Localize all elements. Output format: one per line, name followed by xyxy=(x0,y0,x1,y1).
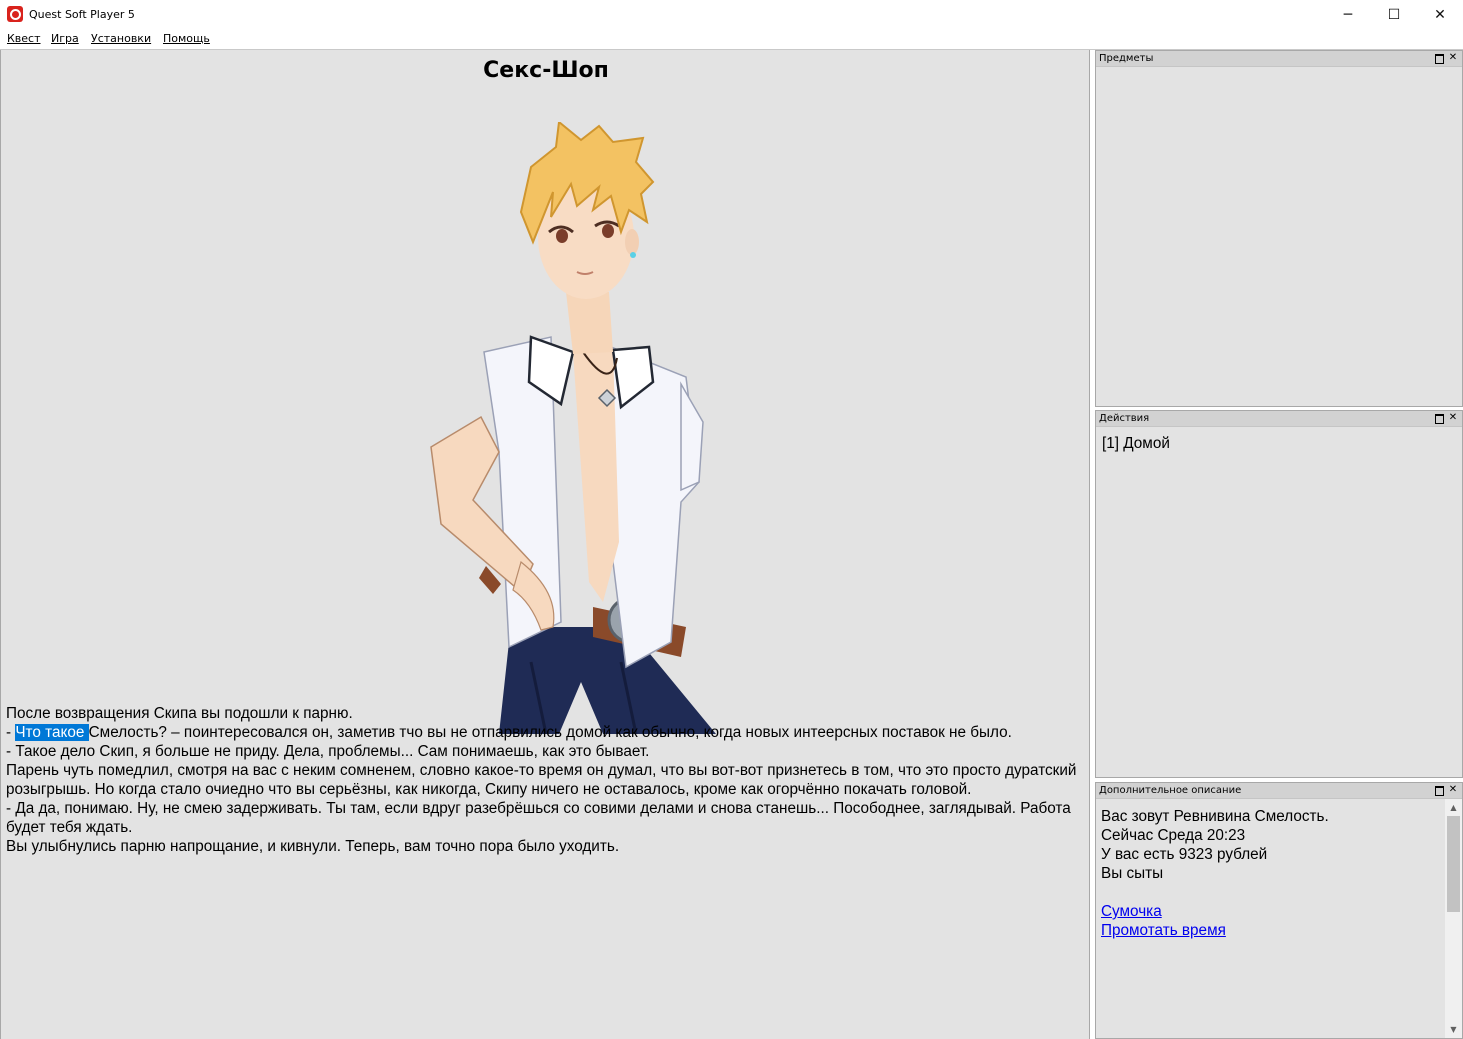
status-hunger: Вы сыты xyxy=(1101,865,1164,882)
close-panel-icon[interactable]: ✕ xyxy=(1448,413,1458,423)
menu-game[interactable]: Игра xyxy=(51,32,79,45)
status-time: Сейчас Среда 20:23 xyxy=(1101,827,1246,844)
title-bar: Quest Soft Player 5 ─ ☐ ✕ xyxy=(0,0,1463,30)
actions-panel: Действия ✕ [1] Домой xyxy=(1095,410,1463,778)
close-panel-icon[interactable]: ✕ xyxy=(1448,785,1458,795)
menu-bar: Квест Игра Установки Помощь xyxy=(0,30,1463,50)
selected-text: Что такое xyxy=(15,724,89,741)
restore-panel-icon[interactable] xyxy=(1434,785,1444,796)
story-line: Парень чуть помедлил, смотря на вас с не… xyxy=(6,762,1077,798)
restore-panel-icon[interactable] xyxy=(1434,413,1444,424)
vertical-scrollbar[interactable]: ▲ ▼ xyxy=(1445,799,1462,1038)
items-panel: Предметы ✕ xyxy=(1095,50,1463,407)
menu-settings[interactable]: Установки xyxy=(91,32,151,45)
description-panel: Дополнительное описание ✕ Вас зовут Ревн… xyxy=(1095,782,1463,1039)
panel-title: Предметы xyxy=(1099,53,1154,64)
story-line: - Да да, понимаю. Ну, не смею задерживат… xyxy=(6,800,1071,836)
status-money: У вас есть 9323 рублей xyxy=(1101,846,1268,863)
panel-header: Предметы ✕ xyxy=(1096,51,1462,67)
panel-title: Дополнительное описание xyxy=(1099,785,1242,796)
location-heading: Секс-Шоп xyxy=(483,58,609,83)
status-name: Вас зовут Ревнивина Смелость. xyxy=(1101,808,1329,825)
status-text: Вас зовут Ревнивина Смелость. Сейчас Сре… xyxy=(1101,807,1329,940)
story-line: После возвращения Скипа вы подошли к пар… xyxy=(6,705,353,722)
panel-header: Действия ✕ xyxy=(1096,411,1462,427)
panel-header: Дополнительное описание ✕ xyxy=(1096,783,1462,799)
story-line: - Такое дело Скип, я больше не приду. Де… xyxy=(6,743,650,760)
action-go-home[interactable]: [1] Домой xyxy=(1102,435,1170,453)
main-description-area: Секс-Шоп После возвращения Скипа вы подо… xyxy=(0,50,1090,1039)
story-text: После возвращения Скипа вы подошли к пар… xyxy=(6,704,1081,856)
scroll-up-icon[interactable]: ▲ xyxy=(1445,799,1462,816)
skip-time-link[interactable]: Промотать время xyxy=(1101,922,1226,939)
story-line: - Что такое Смелость? – поинтересовался … xyxy=(6,723,1081,742)
scroll-thumb[interactable] xyxy=(1447,816,1460,912)
story-line: Вы улыбнулись парню напрощание, и кивнул… xyxy=(6,838,620,855)
close-panel-icon[interactable]: ✕ xyxy=(1448,53,1458,63)
menu-help[interactable]: Помощь xyxy=(163,32,210,45)
window-title: Quest Soft Player 5 xyxy=(29,8,135,21)
app-icon xyxy=(7,6,23,22)
scroll-down-icon[interactable]: ▼ xyxy=(1445,1021,1462,1038)
restore-panel-icon[interactable] xyxy=(1434,53,1444,64)
minimize-icon[interactable]: ─ xyxy=(1325,0,1371,30)
panel-title: Действия xyxy=(1099,413,1150,424)
story-line-prefix: - xyxy=(6,724,16,741)
link-wrap: Сумочка xyxy=(1101,902,1329,921)
close-icon[interactable]: ✕ xyxy=(1417,0,1463,30)
bag-link[interactable]: Сумочка xyxy=(1101,903,1162,920)
story-line-text: Смелость? – поинтересовался он, заметив … xyxy=(88,724,1012,741)
menu-quest[interactable]: Квест xyxy=(7,32,41,45)
link-wrap: Промотать время xyxy=(1101,921,1329,940)
maximize-icon[interactable]: ☐ xyxy=(1371,0,1417,30)
character-portrait xyxy=(430,122,716,734)
